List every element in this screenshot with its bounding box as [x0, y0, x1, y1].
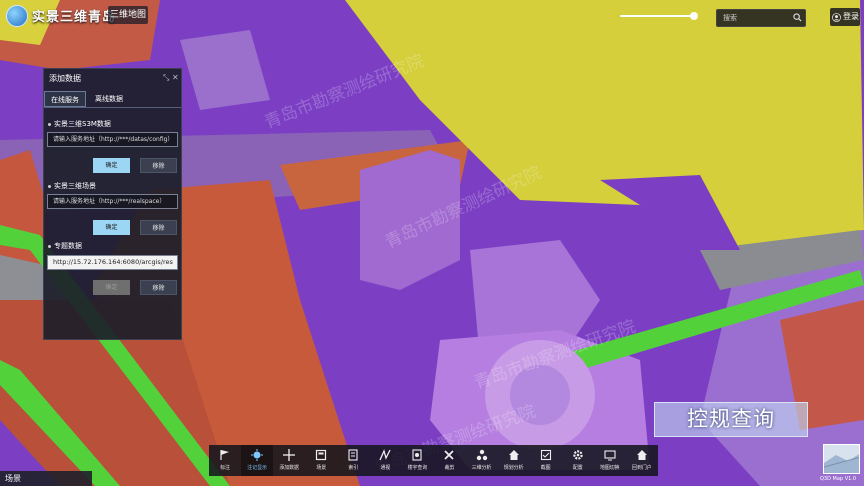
login-button[interactable]: 登录 — [830, 8, 860, 26]
thematic-remove-button[interactable]: 移除 — [140, 280, 177, 295]
plus-icon — [283, 449, 296, 461]
app-title: 实景三维青岛 — [32, 10, 117, 25]
tool-screenshot[interactable]: 截图 — [530, 445, 562, 476]
clip-icon — [444, 450, 455, 460]
caption-overlay: 控规查询 — [654, 402, 808, 437]
bullet-icon — [48, 244, 51, 248]
top-bar: 实景三维青岛 三维地图 登录 — [0, 0, 864, 30]
search-box[interactable] — [716, 9, 806, 27]
map-mode-tab[interactable]: 三维地图 — [108, 6, 148, 24]
map-switch-icon — [604, 450, 616, 461]
tab-online-service[interactable]: 在线服务 — [44, 91, 86, 107]
scene-url-field[interactable]: 请输入服务地址（http://***/realspace） — [47, 194, 178, 209]
analysis-icon — [476, 449, 487, 461]
light-icon — [251, 449, 264, 461]
s3m-confirm-button[interactable]: 确定 — [93, 158, 130, 173]
bullet-icon — [48, 184, 51, 188]
tool-scene[interactable]: 场景 — [305, 445, 337, 476]
scene-panel[interactable]: 场景 — [0, 471, 92, 486]
tool-index[interactable]: 索引 — [337, 445, 369, 476]
search-icon[interactable] — [793, 13, 802, 22]
gear-icon — [572, 450, 583, 460]
tool-clip[interactable]: 裁剪 — [433, 445, 465, 476]
thematic-url-field[interactable]: http://15.72.176.164:6080/arcgis/res — [47, 255, 178, 270]
scene-confirm-button[interactable]: 确定 — [93, 220, 130, 235]
portal-icon — [636, 450, 647, 460]
panel-header: 添加数据 ⤡ ✕ — [44, 69, 181, 87]
tab-divider — [44, 107, 181, 108]
tool-add-data[interactable]: 添加数据 — [273, 445, 305, 476]
collapse-icon[interactable]: ⤡ — [163, 73, 169, 83]
index-icon — [348, 449, 358, 461]
section-s3m-label: 实景三维S3M数据 — [48, 119, 111, 129]
tool-label-display[interactable]: 注记显示 — [241, 445, 274, 476]
bullet-icon — [48, 122, 51, 126]
tool-line-of-sight[interactable]: 通视 — [369, 445, 401, 476]
tool-map-switch[interactable]: 地图切换 — [594, 445, 626, 476]
tool-planning-analysis[interactable]: 规划分析 — [498, 445, 530, 476]
building-query-icon — [412, 449, 422, 461]
sight-icon — [379, 449, 391, 461]
section-thematic-label: 专题数据 — [48, 241, 82, 251]
slider-handle[interactable] — [690, 12, 698, 20]
tool-3d-analysis[interactable]: 三维分析 — [466, 445, 498, 476]
minimap-image — [824, 445, 859, 473]
scene-remove-button[interactable]: 移除 — [140, 220, 177, 235]
bottom-toolbar: 标注 注记显示 添加数据 场景 索引 通视 楼宇查询 裁剪 三维分析 规划分析 … — [209, 445, 658, 476]
add-data-panel: 添加数据 ⤡ ✕ 在线服务 离线数据 实景三维S3M数据 请输入服务地址（htt… — [43, 68, 182, 340]
tool-back-to-portal[interactable]: 回到门户 — [626, 445, 658, 476]
tool-settings[interactable]: 配置 — [562, 445, 594, 476]
s3m-remove-button[interactable]: 移除 — [140, 158, 177, 173]
thematic-confirm-button[interactable]: 确定 — [93, 280, 130, 295]
panel-title: 添加数据 — [49, 74, 81, 83]
s3m-url-field[interactable]: 请输入服务地址（http://***/datas/config） — [47, 132, 178, 147]
section-scene-label: 实景三维场景 — [48, 181, 96, 191]
minimap-label: Q3D Map V1.0 — [820, 476, 857, 482]
opacity-slider[interactable] — [620, 12, 698, 20]
flag-icon — [220, 450, 229, 460]
close-icon[interactable]: ✕ — [172, 73, 179, 83]
minimap[interactable] — [823, 444, 860, 474]
home-icon — [508, 450, 519, 460]
app-logo — [6, 5, 28, 27]
login-label: 登录 — [843, 12, 859, 21]
tool-building-query[interactable]: 楼宇查询 — [401, 445, 433, 476]
tab-offline-data[interactable]: 离线数据 — [88, 91, 130, 107]
tool-annotate[interactable]: 标注 — [209, 445, 241, 476]
search-input[interactable] — [717, 10, 793, 26]
screenshot-icon — [540, 449, 551, 461]
scene-icon — [316, 449, 327, 461]
user-icon — [832, 12, 841, 22]
